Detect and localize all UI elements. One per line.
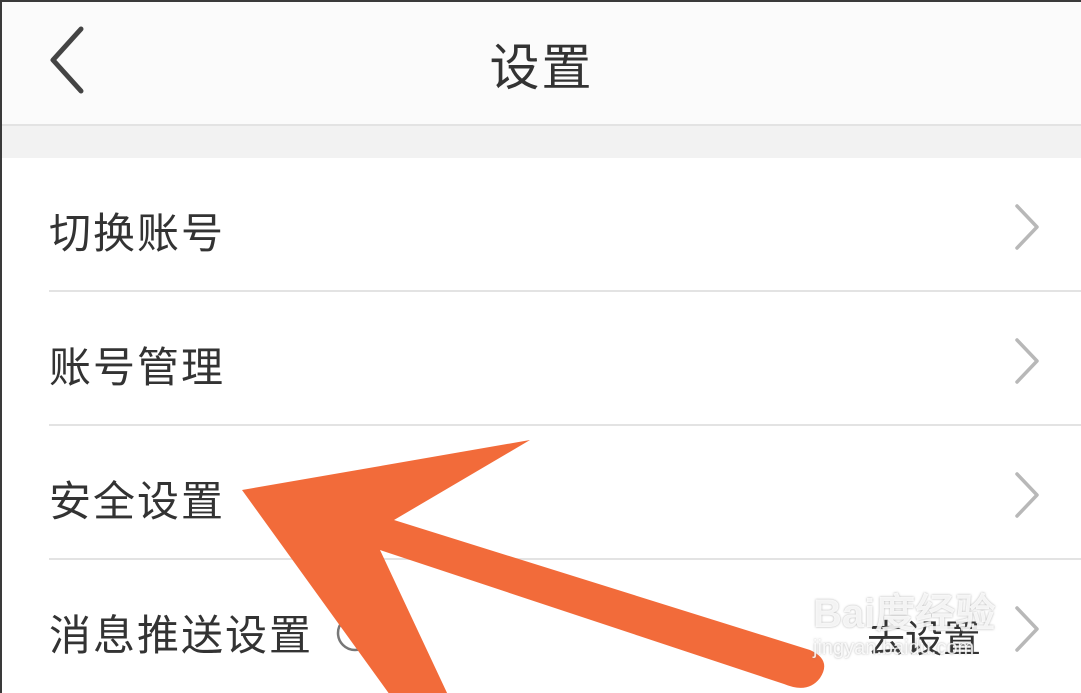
page-title: 设置 bbox=[489, 39, 594, 97]
settings-item-value: 去设置 bbox=[866, 617, 981, 661]
settings-list: 切换账号 账号管理 安全设置 消息推送设置 ? 去设置 bbox=[2, 158, 1081, 693]
settings-item-label: 切换账号 bbox=[49, 209, 226, 258]
section-gap bbox=[2, 126, 1081, 158]
help-icon[interactable]: ? bbox=[335, 613, 375, 653]
chevron-right-icon bbox=[1015, 338, 1039, 384]
settings-item-account-management[interactable]: 账号管理 bbox=[2, 292, 1081, 426]
settings-item-security[interactable]: 安全设置 bbox=[2, 426, 1081, 560]
settings-screen: 设置 切换账号 账号管理 安全设置 消息推送设置 ? 去设置 Bai度经验 ji… bbox=[0, 0, 1081, 693]
chevron-right-icon bbox=[1015, 606, 1039, 652]
chevron-right-icon bbox=[1015, 204, 1039, 250]
settings-item-push-notifications[interactable]: 消息推送设置 ? 去设置 bbox=[2, 560, 1081, 693]
chevron-right-icon bbox=[1015, 472, 1039, 518]
top-nav-bar: 设置 bbox=[2, 2, 1081, 126]
settings-item-label: 消息推送设置 bbox=[49, 611, 314, 660]
settings-item-switch-account[interactable]: 切换账号 bbox=[2, 158, 1081, 292]
settings-item-label: 账号管理 bbox=[49, 343, 226, 392]
settings-item-label: 安全设置 bbox=[49, 477, 226, 526]
svg-text:?: ? bbox=[349, 619, 362, 647]
